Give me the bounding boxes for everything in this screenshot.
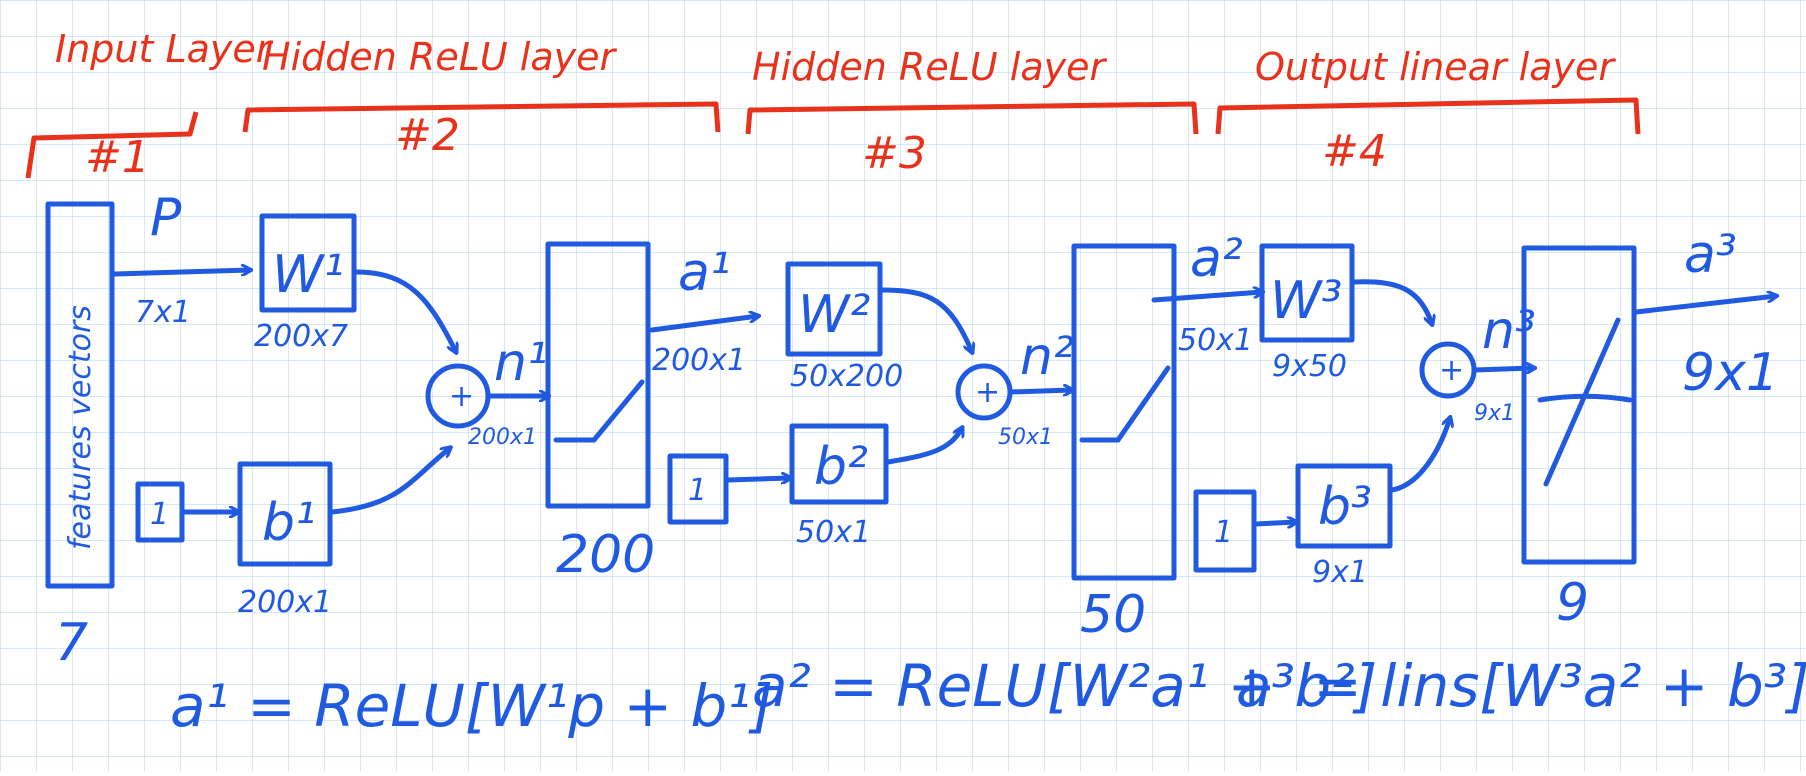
diagram-canvas: Input Layer #1 Hidden ReLU layer #2 Hidd…: [0, 0, 1806, 771]
equation-layer4: a³ = lins[W³a² + b³]: [1236, 652, 1806, 720]
b3-label: b³: [1318, 477, 1372, 537]
a3-label: a³: [1684, 225, 1737, 285]
n3-dim: 9x1: [1474, 401, 1515, 426]
a3-dim: 9x1: [1682, 343, 1779, 403]
a1-dim: 200x1: [652, 343, 746, 378]
n1-dim: 200x1: [468, 425, 537, 450]
sum2-to-relu2-arrow: [1008, 390, 1072, 392]
bias3-input-label: 1: [1214, 515, 1233, 550]
n3-label: n³: [1482, 301, 1536, 361]
b2-dim: 50x1: [796, 515, 871, 550]
b1-label: b¹: [262, 493, 316, 553]
layer4-title: Output linear layer: [1255, 45, 1616, 89]
layer4-units: 9: [1556, 573, 1589, 633]
input-layer-title: Input Layer: [55, 27, 274, 71]
n2-label: n²: [1020, 327, 1074, 387]
sum1-symbol: +: [449, 379, 474, 414]
w2-dim: 50x200: [790, 359, 903, 394]
w3-label: W³: [1270, 271, 1342, 331]
one-to-b2-arrow: [725, 478, 790, 480]
w3-dim: 9x50: [1272, 349, 1347, 384]
w1-label: W¹: [272, 245, 344, 305]
b1-dim: 200x1: [238, 585, 332, 620]
layer3-units: 50: [1080, 585, 1146, 645]
network-diagram: Input Layer #1 Hidden ReLU layer #2 Hidd…: [0, 0, 1806, 771]
a2-label: a²: [1190, 229, 1243, 289]
equation-layer2: a¹ = ReLU[W¹p + b¹]: [170, 672, 773, 740]
a2-dim: 50x1: [1178, 323, 1253, 358]
bias2-input-label: 1: [688, 473, 707, 508]
layer4-number: #4: [1322, 126, 1387, 177]
n1-label: n¹: [494, 333, 548, 393]
layer2-title: Hidden ReLU layer: [262, 35, 617, 79]
sum2-symbol: +: [975, 375, 1000, 410]
b3-dim: 9x1: [1312, 555, 1368, 590]
input-signal-dim: 7x1: [135, 295, 191, 330]
layer2-number: #2: [395, 110, 460, 161]
input-size-label: 7: [55, 613, 88, 673]
layer3-title: Hidden ReLU layer: [752, 45, 1107, 89]
layer3-number: #3: [862, 128, 927, 179]
sum3-symbol: +: [1439, 353, 1464, 388]
w1-dim: 200x7: [254, 319, 348, 354]
input-vector-label: features vectors: [63, 305, 98, 550]
input-signal-label: P: [150, 188, 182, 248]
n2-dim: 50x1: [998, 425, 1053, 450]
layer2-units: 200: [556, 525, 655, 585]
bias1-input-label: 1: [150, 497, 169, 532]
a1-label: a¹: [678, 243, 731, 303]
input-layer-number: #1: [85, 132, 150, 183]
one-to-b3-arrow: [1253, 522, 1296, 524]
w2-label: W²: [798, 285, 870, 345]
b2-label: b²: [814, 437, 868, 497]
